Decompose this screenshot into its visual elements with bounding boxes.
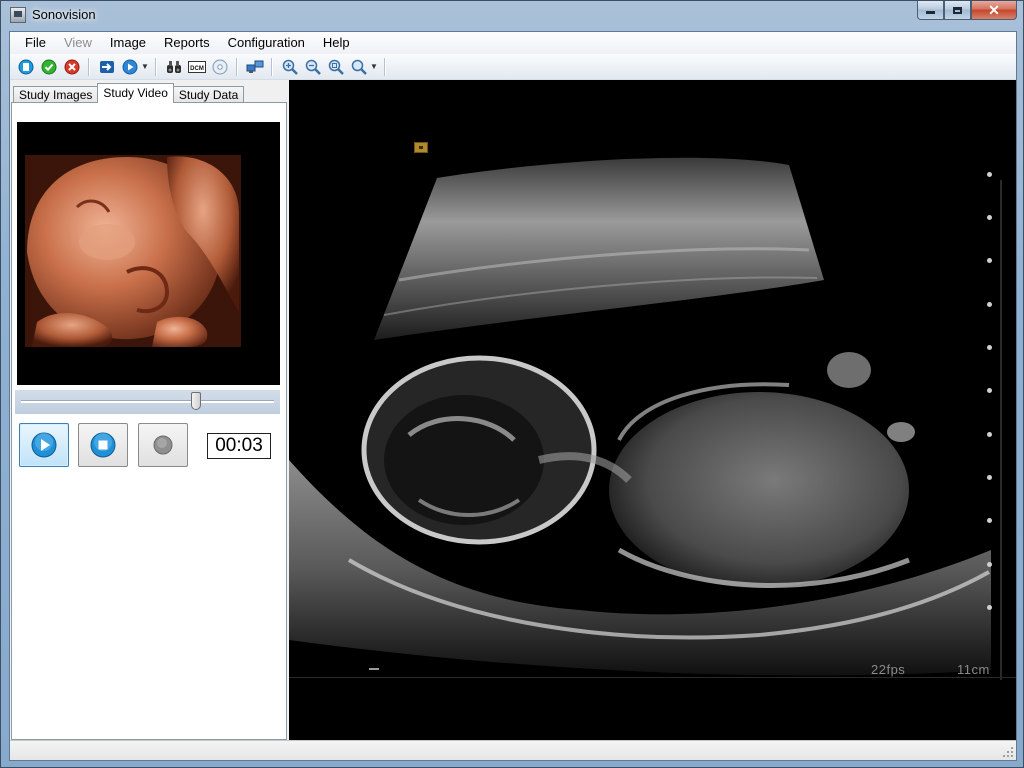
depth-ruler-dot [987,172,992,177]
menu-file[interactable]: File [16,32,55,54]
depth-ruler-dot [987,562,992,567]
depth-ruler-dot [987,518,992,523]
depth-ruler-dot [987,388,992,393]
cancel-icon [64,59,80,74]
disc-button[interactable] [210,57,230,77]
probe-orientation-marker [414,142,428,153]
menu-image[interactable]: Image [101,32,155,54]
export-arrow-icon [100,60,114,73]
toolbar-separator [236,57,238,76]
toolbar-separator [155,57,157,76]
network-icon [246,60,264,73]
menu-help[interactable]: Help [314,32,359,54]
depth-ruler-dot [987,345,992,350]
depth-ruler-dot [987,258,992,263]
depth-ruler-line [1000,180,1002,680]
zoom-out-button[interactable] [303,57,323,77]
depth-ruler-dot [987,302,992,307]
frame-rate-label: 22fps [871,662,906,677]
app-icon[interactable] [10,7,26,23]
network-button[interactable] [245,57,265,77]
toolbar-separator [88,57,90,76]
zoom-fit-button[interactable] [326,57,346,77]
app-window: Sonovision ✕ File View Image Reports Con… [0,0,1024,768]
dicom-button[interactable]: DCM [187,57,207,77]
play-button[interactable] [19,423,69,467]
video-thumbnail[interactable] [17,122,280,385]
study-video-panel: 00:03 [11,102,287,740]
fetal-3d-render-image [17,122,280,385]
menu-configuration[interactable]: Configuration [219,32,314,54]
tab-study-images[interactable]: Study Images [13,86,99,103]
stop-icon [90,432,116,458]
depth-label: 11cm [957,662,990,677]
zoom-options-dropdown[interactable]: ▼ [370,57,378,77]
video-position-slider[interactable] [15,390,280,414]
resize-grip-icon[interactable] [1002,746,1014,758]
tab-strip: Study Images Study Video Study Data [13,83,245,103]
toolbar-separator [384,57,386,76]
minimize-button[interactable] [917,1,944,20]
depth-ruler-dot [987,605,992,610]
minimize-icon [926,11,935,14]
title-bar[interactable]: Sonovision ✕ [1,1,1023,31]
new-study-icon [18,59,34,74]
menu-view[interactable]: View [55,32,101,54]
record-icon [153,435,173,455]
depth-ruler-dot [987,215,992,220]
accept-button[interactable] [39,57,59,77]
play-options-button[interactable] [120,57,140,77]
elapsed-time-display: 00:03 [207,433,271,459]
export-button[interactable] [97,57,117,77]
record-button[interactable] [138,423,188,467]
tab-study-data[interactable]: Study Data [172,86,245,103]
new-study-button[interactable] [16,57,36,77]
scale-tick-mark [369,668,379,670]
disc-icon [212,59,228,74]
menu-bar: File View Image Reports Configuration He… [10,32,1016,54]
zoom-in-icon [282,59,298,75]
slider-track [21,400,274,403]
stop-button[interactable] [78,423,128,467]
status-bar [10,740,1016,760]
window-title: Sonovision [32,7,96,22]
depth-ruler-dot [987,432,992,437]
zoom-options-icon [351,59,367,75]
tab-study-video[interactable]: Study Video [97,83,174,103]
slider-thumb[interactable] [190,392,201,410]
left-panel: Study Images Study Video Study Data 00:0… [10,80,288,740]
ultrasound-frame-image [289,80,1016,740]
cancel-button[interactable] [62,57,82,77]
toolbar: ▼ DCM ▼ [10,54,1016,80]
zoom-fit-icon [328,59,344,75]
maximize-icon [953,6,962,14]
close-icon: ✕ [988,1,1000,18]
zoom-out-icon [305,59,321,75]
close-button[interactable]: ✕ [971,1,1017,20]
depth-ruler-dot [987,475,992,480]
client-area: File View Image Reports Configuration He… [9,31,1017,761]
svg-text:DCM: DCM [190,66,204,72]
menu-reports[interactable]: Reports [155,32,219,54]
zoom-in-button[interactable] [280,57,300,77]
zoom-options-button[interactable] [349,57,369,77]
play-icon [31,432,57,458]
accept-icon [41,59,57,74]
play-options-dropdown[interactable]: ▼ [141,57,149,77]
dicom-icon: DCM [188,60,206,73]
play-options-icon [122,59,138,74]
toolbar-separator [271,57,273,76]
maximize-button[interactable] [944,1,971,20]
caption-buttons: ✕ [917,1,1017,21]
binoculars-icon [167,60,181,73]
ultrasound-video-view[interactable]: 22fps 11cm [289,80,1016,740]
search-button[interactable] [164,57,184,77]
